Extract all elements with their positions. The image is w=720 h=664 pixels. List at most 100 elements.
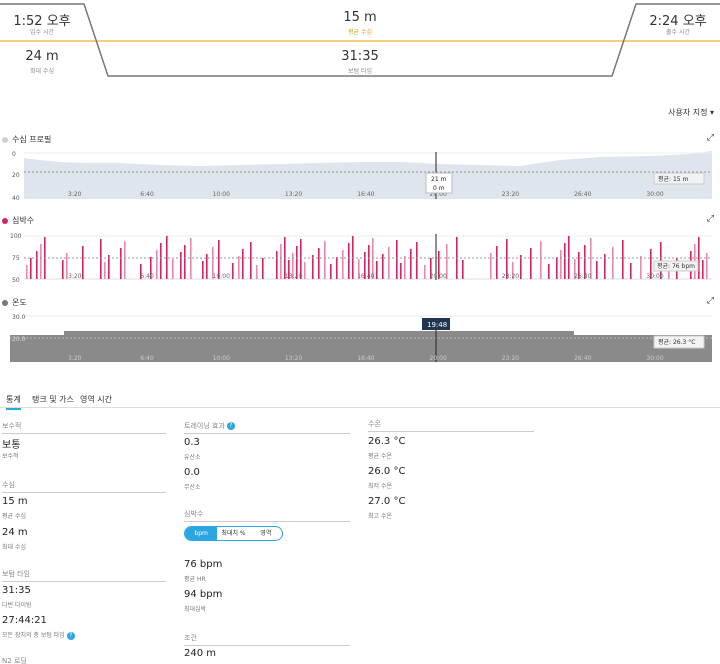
temp-chart[interactable]: 30.0 20.0 3:20 6:40 10:00 13:20 16:40 20:00 23… [0, 310, 720, 364]
hr-chart[interactable]: 100 75 50 3:20 6:40 10:00 13:20 16:40 20:00 23… [0, 230, 720, 284]
section-title: 트레이닝 효과? [184, 421, 350, 434]
hr-spike [702, 260, 704, 279]
hr-spike [180, 252, 182, 279]
tab-zone-time[interactable]: 영역 시간 [80, 394, 112, 405]
temp-cursor-label: 19:48 [427, 321, 447, 329]
hr-spike [630, 263, 632, 279]
hr-spike [520, 255, 522, 279]
avg-depth-value: 15 m [2, 496, 28, 507]
hr-unit-zone[interactable]: 영역 [250, 527, 282, 540]
hr-spike [262, 258, 264, 279]
distance-value: 240 m [184, 648, 217, 659]
customize-dropdown[interactable]: 사용자 지정 ▾ [668, 107, 714, 118]
tab-stats[interactable]: 통계 [6, 394, 21, 410]
hr-spike [280, 244, 282, 279]
max-temp-value: 27.0 °C [368, 496, 406, 507]
hr-spike [330, 264, 332, 279]
stats-tabs: 통계 탱크 및 가스 영역 시간 [0, 392, 720, 410]
hr-spike [424, 265, 426, 279]
hr-spike [462, 260, 464, 279]
hr-spike [184, 245, 186, 279]
hr-spike [36, 251, 38, 279]
min-temp-value: 26.0 °C [368, 466, 406, 477]
x-tick-label: 23:20 [502, 355, 519, 362]
expand-icon[interactable]: ⤢ [707, 133, 714, 143]
start-time-label: 입수 시간 [30, 29, 54, 36]
hr-ytick: 50 [12, 277, 20, 284]
hr-unit-percent-max[interactable]: 최대치 % [217, 527, 249, 540]
temp-ytick: 30.0 [12, 314, 26, 321]
info-icon[interactable]: ? [66, 631, 75, 640]
min-temp-label: 최저 수온 [368, 483, 392, 490]
conservatism-value: 보통 [2, 440, 21, 451]
x-tick-label: 3:20 [68, 191, 82, 198]
hr-spike [120, 248, 122, 279]
hr-spike [596, 261, 598, 279]
hr-spike [640, 256, 642, 279]
total-bottom-time-label: 모든 장치의 총 보텀 타임? [2, 630, 75, 640]
hr-spike [556, 257, 558, 279]
depth-tooltip-value: 21 m [431, 176, 447, 183]
x-tick-label: 30:00 [646, 273, 663, 280]
x-tick-label: 20:00 [430, 355, 447, 362]
hr-spike [318, 248, 320, 279]
x-tick-label: 16:40 [357, 191, 374, 198]
x-tick-label: 3:20 [68, 273, 82, 280]
depth-ytick: 20 [12, 172, 20, 179]
hr-spike [202, 261, 204, 279]
expand-icon[interactable]: ⤢ [707, 296, 714, 306]
avg-temp-value: 26.3 °C [368, 436, 406, 447]
hr-spike [388, 247, 390, 279]
hr-spike [172, 259, 174, 279]
info-icon[interactable]: ? [226, 422, 235, 430]
x-tick-label: 26:40 [574, 355, 591, 362]
hr-spike [190, 238, 192, 279]
hr-spike [342, 250, 344, 279]
section-title: 조건 [184, 633, 350, 646]
aerobic-label: 유산소 [184, 454, 201, 461]
hr-spike [166, 236, 168, 279]
hr-spike [564, 243, 566, 279]
hr-spike [250, 242, 252, 279]
expand-icon[interactable]: ⤢ [707, 214, 714, 224]
hr-unit-bpm[interactable]: bpm [185, 527, 218, 540]
section-title: 심박수 [184, 509, 350, 522]
max-depth-label: 최대 수심 [2, 544, 26, 551]
hr-spike [232, 263, 234, 279]
depth-avg-label: 평균: 15 m [658, 175, 689, 183]
hr-ytick: 75 [12, 255, 20, 262]
dive-summary: 1:52 오후 입수 시간 15 m 평균 수심 2:24 오후 출수 시간 2… [0, 0, 720, 80]
max-hr-value: 94 bpm [184, 589, 223, 600]
x-tick-label: 6:40 [140, 355, 154, 362]
section-title: 수심 [2, 480, 166, 493]
x-tick-label: 10:00 [213, 273, 230, 280]
hr-spike [548, 264, 550, 279]
avg-depth-label: 평균 수심 [348, 29, 372, 36]
hr-spike [82, 246, 84, 279]
hr-ytick: 100 [10, 233, 22, 240]
avg-temp-label: 평균 수온 [368, 453, 392, 460]
temp-avg-label: 평균: 26.3 °C [658, 338, 695, 346]
anaerobic-value: 0.0 [184, 467, 200, 478]
x-tick-label: 20:00 [430, 273, 447, 280]
x-tick-label: 30:00 [646, 355, 663, 362]
depth-ytick: 40 [12, 195, 20, 202]
tab-tanks-gases[interactable]: 탱크 및 가스 [32, 394, 74, 405]
section-title: 수온 [368, 419, 534, 432]
hr-spike [160, 243, 162, 279]
x-tick-label: 16:40 [357, 273, 374, 280]
x-tick-label: 30:00 [646, 191, 663, 198]
conservatism-label: 보수적 [2, 453, 19, 460]
hr-spike [336, 257, 338, 279]
depth-chart[interactable]: 0 20 40 3:20 6:40 10:00 13:20 16:40 20:00 23:2… [0, 148, 720, 202]
hr-spike [348, 243, 350, 279]
x-tick-label: 6:40 [140, 273, 154, 280]
hr-spike [256, 265, 258, 279]
hr-spike [100, 239, 102, 279]
hr-spike [496, 246, 498, 279]
hr-spike [124, 241, 126, 279]
training-title: 트레이닝 효과 [184, 422, 225, 430]
hr-spike [416, 242, 418, 279]
hr-spike [622, 240, 624, 279]
depth-legend-dot [2, 136, 8, 143]
